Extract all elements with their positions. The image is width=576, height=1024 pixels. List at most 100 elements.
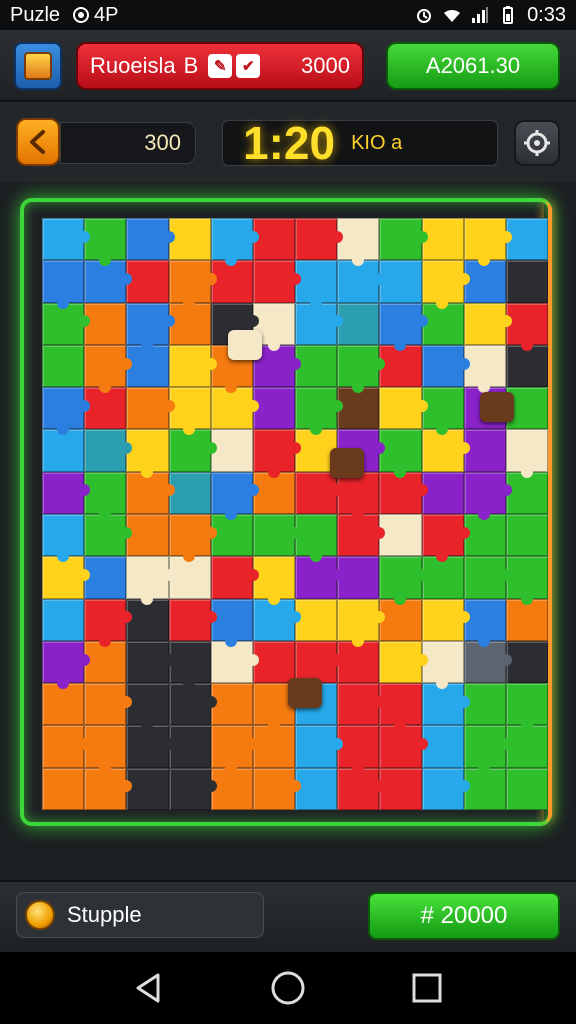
puzzle-piece[interactable] (379, 429, 422, 478)
loose-piece-3[interactable] (480, 392, 514, 422)
puzzle-piece[interactable] (126, 725, 175, 768)
puzzle-piece[interactable] (42, 260, 85, 309)
puzzle-piece[interactable] (505, 725, 548, 768)
puzzle-piece[interactable] (505, 640, 548, 684)
puzzle-piece[interactable] (84, 725, 127, 774)
puzzle-piece[interactable] (505, 513, 548, 557)
game-logo-icon[interactable] (14, 42, 62, 90)
puzzle-piece[interactable] (505, 683, 548, 732)
puzzle-piece[interactable] (168, 556, 211, 599)
puzzle-piece[interactable] (126, 640, 175, 684)
puzzle-piece[interactable] (421, 767, 470, 810)
puzzle-piece[interactable] (252, 767, 301, 810)
puzzle-piece[interactable] (505, 344, 548, 388)
puzzle-piece[interactable] (337, 471, 380, 520)
puzzle-piece[interactable] (379, 556, 428, 605)
puzzle-piece[interactable] (168, 344, 217, 388)
puzzle-piece[interactable] (84, 598, 133, 647)
loose-piece-4[interactable] (288, 678, 322, 708)
nav-back-button[interactable] (129, 968, 169, 1008)
puzzle-piece[interactable] (295, 344, 338, 388)
puzzle-piece[interactable] (295, 725, 344, 768)
puzzle-piece[interactable] (210, 767, 253, 810)
puzzle-piece[interactable] (210, 640, 259, 684)
puzzle-piece[interactable] (379, 471, 428, 514)
puzzle-piece[interactable] (42, 683, 85, 726)
puzzle-piece[interactable] (337, 640, 380, 684)
puzzle-piece[interactable] (84, 471, 127, 520)
puzzle-piece[interactable] (126, 513, 169, 557)
puzzle-piece[interactable] (210, 471, 259, 520)
puzzle-piece[interactable] (337, 260, 386, 303)
puzzle-piece[interactable] (126, 767, 169, 810)
nav-home-button[interactable] (268, 968, 308, 1008)
puzzle-piece[interactable] (463, 556, 512, 599)
puzzle-board[interactable] (42, 218, 548, 810)
puzzle-piece[interactable] (84, 513, 133, 557)
puzzle-piece[interactable] (126, 556, 175, 605)
puzzle-piece[interactable] (421, 302, 464, 345)
puzzle-piece[interactable] (126, 387, 175, 430)
puzzle-piece[interactable] (463, 598, 506, 647)
puzzle-piece[interactable] (421, 513, 470, 563)
puzzle-piece[interactable] (295, 387, 344, 436)
puzzle-piece[interactable] (379, 260, 422, 303)
puzzle-piece[interactable] (505, 598, 548, 641)
puzzle-piece[interactable] (379, 387, 428, 430)
loose-piece-2[interactable] (330, 448, 364, 478)
puzzle-piece[interactable] (421, 683, 470, 726)
puzzle-piece[interactable] (210, 429, 253, 472)
buy-button[interactable]: # 20000 (368, 892, 560, 940)
puzzle-piece[interactable] (168, 767, 217, 810)
puzzle-piece[interactable] (210, 387, 259, 430)
puzzle-piece[interactable] (210, 218, 259, 267)
puzzle-piece[interactable] (421, 260, 470, 309)
puzzle-piece[interactable] (505, 556, 548, 605)
puzzle-piece[interactable] (463, 218, 512, 267)
puzzle-piece[interactable] (337, 344, 386, 394)
puzzle-piece[interactable] (210, 260, 253, 303)
check-icon[interactable]: ✔ (236, 54, 261, 78)
puzzle-piece[interactable] (84, 640, 127, 684)
nav-recents-button[interactable] (407, 968, 447, 1008)
puzzle-piece[interactable] (126, 471, 175, 514)
puzzle-piece[interactable] (168, 598, 217, 641)
puzzle-piece[interactable] (337, 556, 380, 599)
puzzle-piece[interactable] (126, 218, 175, 261)
puzzle-piece[interactable] (295, 218, 344, 261)
puzzle-piece[interactable] (42, 344, 85, 388)
puzzle-piece[interactable] (505, 471, 548, 514)
puzzle-piece[interactable] (42, 302, 91, 345)
puzzle-piece[interactable] (421, 640, 464, 690)
puzzle-piece[interactable] (252, 471, 295, 514)
puzzle-piece[interactable] (505, 767, 548, 810)
puzzle-piece[interactable] (463, 767, 506, 810)
puzzle-piece[interactable] (168, 387, 211, 436)
puzzle-piece[interactable] (337, 725, 380, 774)
puzzle-piece[interactable] (168, 429, 217, 472)
mode-button[interactable]: Stupple (16, 892, 264, 938)
puzzle-piece[interactable] (337, 683, 386, 726)
puzzle-piece[interactable] (421, 471, 464, 514)
puzzle-piece[interactable] (337, 767, 386, 810)
puzzle-piece[interactable] (84, 556, 127, 599)
puzzle-piece[interactable] (168, 513, 217, 563)
puzzle-piece[interactable] (252, 556, 295, 605)
puzzle-piece[interactable] (337, 302, 380, 345)
puzzle-piece[interactable] (126, 302, 175, 351)
puzzle-piece[interactable] (252, 429, 301, 478)
puzzle-piece[interactable] (505, 218, 548, 261)
puzzle-piece[interactable] (505, 260, 548, 303)
coins-display[interactable]: A2061.30 (386, 42, 560, 90)
puzzle-piece[interactable] (42, 640, 91, 690)
puzzle-piece[interactable] (379, 683, 422, 732)
puzzle-piece[interactable] (463, 640, 512, 684)
puzzle-piece[interactable] (421, 598, 470, 641)
puzzle-piece[interactable] (168, 218, 211, 261)
puzzle-piece[interactable] (252, 640, 295, 684)
puzzle-piece[interactable] (295, 556, 344, 599)
puzzle-piece[interactable] (463, 513, 506, 557)
puzzle-piece[interactable] (126, 260, 169, 303)
puzzle-piece[interactable] (463, 344, 506, 394)
puzzle-piece[interactable] (252, 513, 301, 557)
